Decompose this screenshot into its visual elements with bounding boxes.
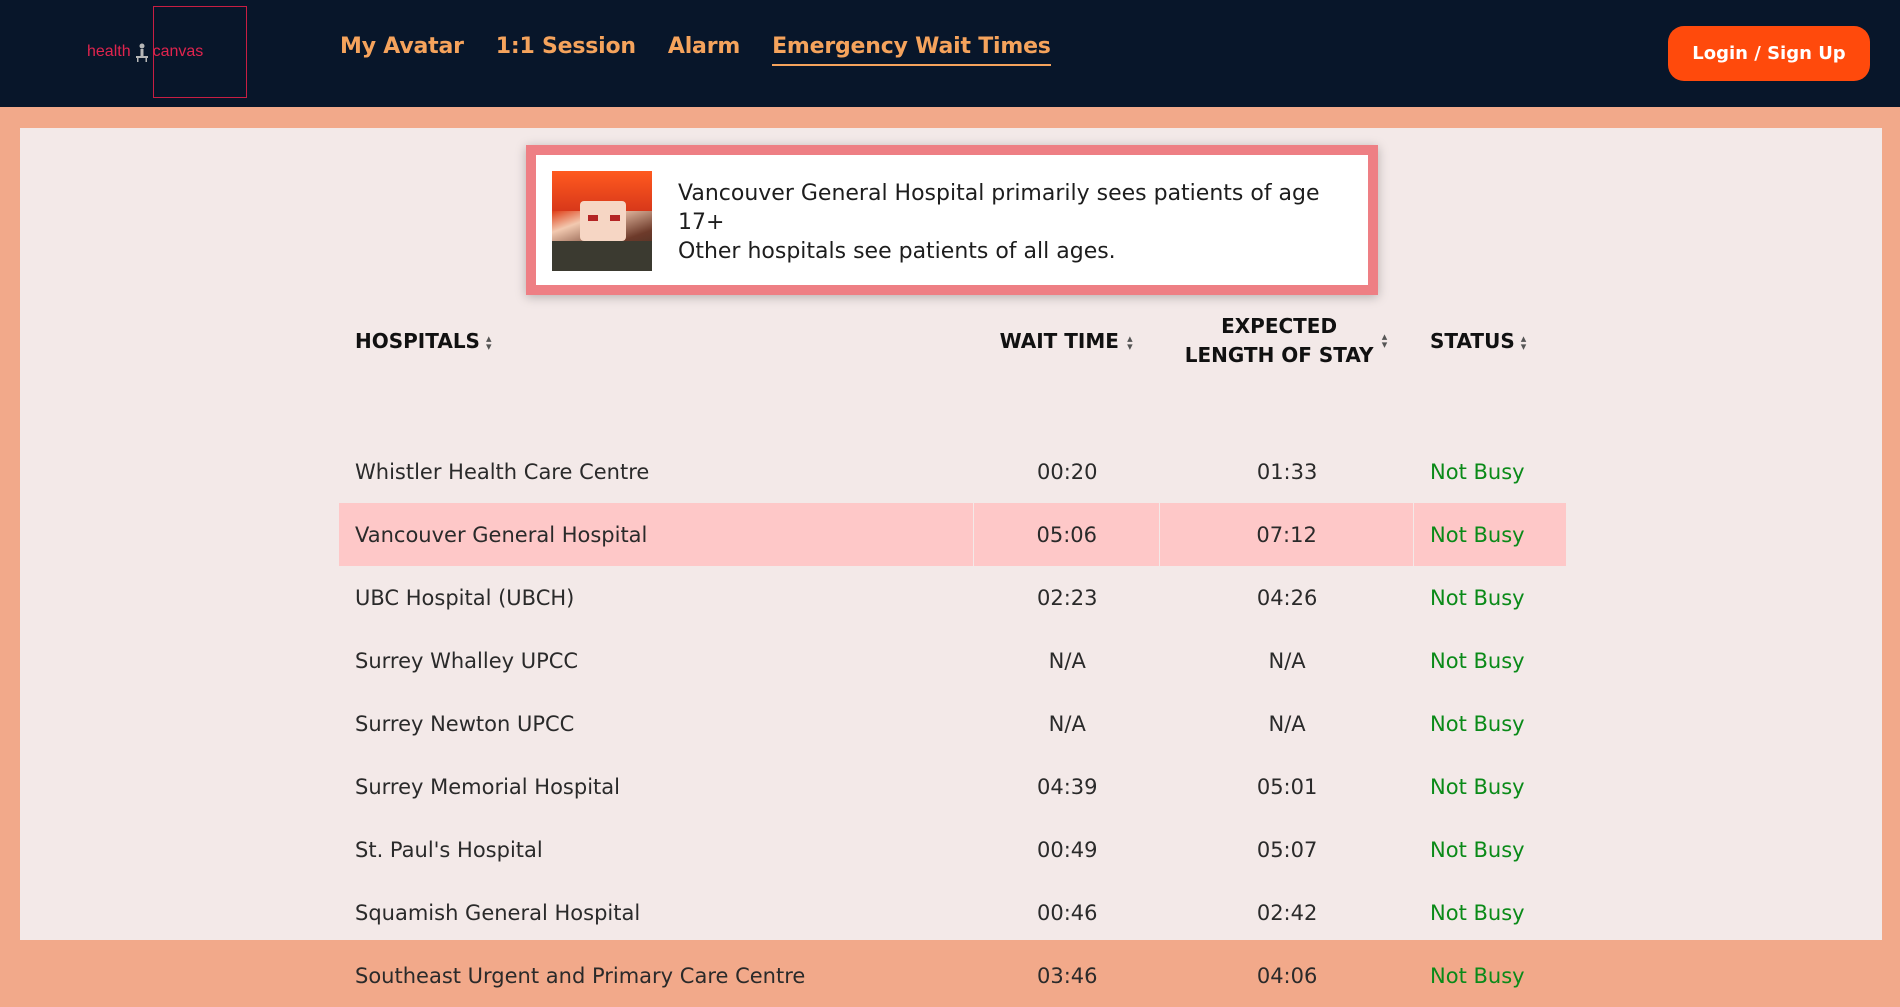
logo-text-health: health [87, 43, 131, 60]
status: Not Busy [1430, 837, 1525, 862]
login-signup-button[interactable]: Login / Sign Up [1668, 26, 1870, 81]
top-navigation-bar: health canvas My Avatar 1:1 Session Alar… [0, 0, 1900, 107]
expected-stay: 07:12 [1160, 503, 1415, 566]
status: Not Busy [1430, 459, 1525, 484]
status: Not Busy [1430, 648, 1525, 673]
expected-stay: N/A [1268, 711, 1306, 736]
expected-stay: 04:06 [1256, 963, 1318, 988]
wait-times-table: HOSPITALS ▴ ▾ WAIT TIME ▴ ▾ EXPECTED LENGTH O… [339, 305, 1566, 1007]
table-row[interactable]: Surrey Newton UPCC N/A N/A Not Busy [339, 692, 1566, 755]
table-row[interactable]: St. Paul's Hospital 00:49 05:07 Not Busy [339, 818, 1566, 881]
status: Not Busy [1414, 503, 1566, 566]
hospital-name: Squamish General Hospital [355, 900, 641, 925]
nav-alarm[interactable]: Alarm [668, 34, 740, 66]
health-canvas-logo[interactable]: health canvas [87, 42, 203, 62]
column-label-expected-stay: EXPECTED LENGTH OF STAY [1185, 312, 1374, 370]
column-label-hospitals: HOSPITALS [355, 329, 480, 353]
wait-time: 00:20 [1036, 459, 1098, 484]
hospital-name: Surrey Whalley UPCC [355, 648, 579, 673]
table-row[interactable]: UBC Hospital (UBCH) 02:23 04:26 Not Busy [339, 566, 1566, 629]
main-nav: My Avatar 1:1 Session Alarm Emergency Wa… [340, 34, 1083, 66]
hospital-name: Surrey Newton UPCC [355, 711, 575, 736]
avatar-image [552, 171, 652, 271]
expected-stay: 05:01 [1256, 774, 1318, 799]
status: Not Busy [1430, 711, 1525, 736]
nav-my-avatar[interactable]: My Avatar [340, 34, 464, 66]
wait-time: 04:39 [1036, 774, 1098, 799]
wait-time: N/A [1048, 648, 1086, 673]
status: Not Busy [1430, 963, 1525, 988]
expected-stay: 01:33 [1256, 459, 1318, 484]
column-header-hospitals[interactable]: HOSPITALS ▴ ▾ [339, 305, 974, 377]
wait-time: 02:23 [1036, 585, 1098, 610]
hospital-name: Whistler Health Care Centre [355, 459, 650, 484]
status: Not Busy [1430, 900, 1525, 925]
hospital-name: Vancouver General Hospital [339, 503, 975, 566]
table-header-row: HOSPITALS ▴ ▾ WAIT TIME ▴ ▾ EXPECTED LENGTH O… [339, 305, 1566, 377]
wait-time: 00:49 [1036, 837, 1098, 862]
column-label-wait-time: WAIT TIME [999, 329, 1119, 353]
expected-stay: N/A [1268, 648, 1306, 673]
notice-line-1: Vancouver General Hospital primarily see… [678, 181, 1320, 235]
table-row[interactable]: Southeast Urgent and Primary Care Centre… [339, 944, 1566, 1007]
hospital-name: St. Paul's Hospital [355, 837, 543, 862]
wait-time: 00:46 [1036, 900, 1098, 925]
table-row[interactable]: Surrey Whalley UPCC N/A N/A Not Busy [339, 629, 1566, 692]
table-row[interactable]: Whistler Health Care Centre 00:20 01:33 … [339, 440, 1566, 503]
table-row[interactable]: Vancouver General Hospital 05:06 07:12 N… [339, 503, 1566, 566]
column-header-expected-stay[interactable]: EXPECTED LENGTH OF STAY ▴ ▾ [1160, 305, 1414, 377]
hospital-name: Southeast Urgent and Primary Care Centre [355, 963, 806, 988]
nav-session[interactable]: 1:1 Session [496, 34, 636, 66]
status: Not Busy [1430, 585, 1525, 610]
hospital-name: Surrey Memorial Hospital [355, 774, 620, 799]
age-notice-card: Vancouver General Hospital primarily see… [526, 145, 1378, 295]
nav-emergency-wait-times[interactable]: Emergency Wait Times [772, 34, 1051, 66]
table-row[interactable]: Squamish General Hospital 00:46 02:42 No… [339, 881, 1566, 944]
logo-text-canvas: canvas [152, 43, 204, 60]
easel-icon [134, 42, 150, 62]
expected-stay: 04:26 [1256, 585, 1318, 610]
notice-line-2: Other hospitals see patients of all ages… [678, 239, 1116, 264]
sort-icon[interactable]: ▴ ▾ [486, 333, 496, 352]
expected-stay: 02:42 [1256, 900, 1318, 925]
notice-text: Vancouver General Hospital primarily see… [678, 179, 1368, 266]
column-header-status[interactable]: STATUS ▴ ▾ [1414, 305, 1566, 377]
status: Not Busy [1430, 774, 1525, 799]
sort-icon[interactable]: ▴ ▾ [1521, 333, 1531, 352]
hospital-name: UBC Hospital (UBCH) [355, 585, 575, 610]
column-label-status: STATUS [1430, 329, 1515, 353]
column-header-wait-time[interactable]: WAIT TIME ▴ ▾ [974, 305, 1160, 377]
sort-icon[interactable]: ▴ ▾ [1125, 333, 1135, 352]
expected-stay: 05:07 [1256, 837, 1318, 862]
stay-label-line2: LENGTH OF STAY [1184, 343, 1374, 367]
wait-time: 05:06 [974, 503, 1161, 566]
sort-icon[interactable]: ▴ ▾ [1379, 331, 1389, 350]
table-row[interactable]: Surrey Memorial Hospital 04:39 05:01 Not… [339, 755, 1566, 818]
stay-label-line1: EXPECTED [1221, 314, 1338, 338]
wait-time: 03:46 [1036, 963, 1098, 988]
wait-time: N/A [1048, 711, 1086, 736]
